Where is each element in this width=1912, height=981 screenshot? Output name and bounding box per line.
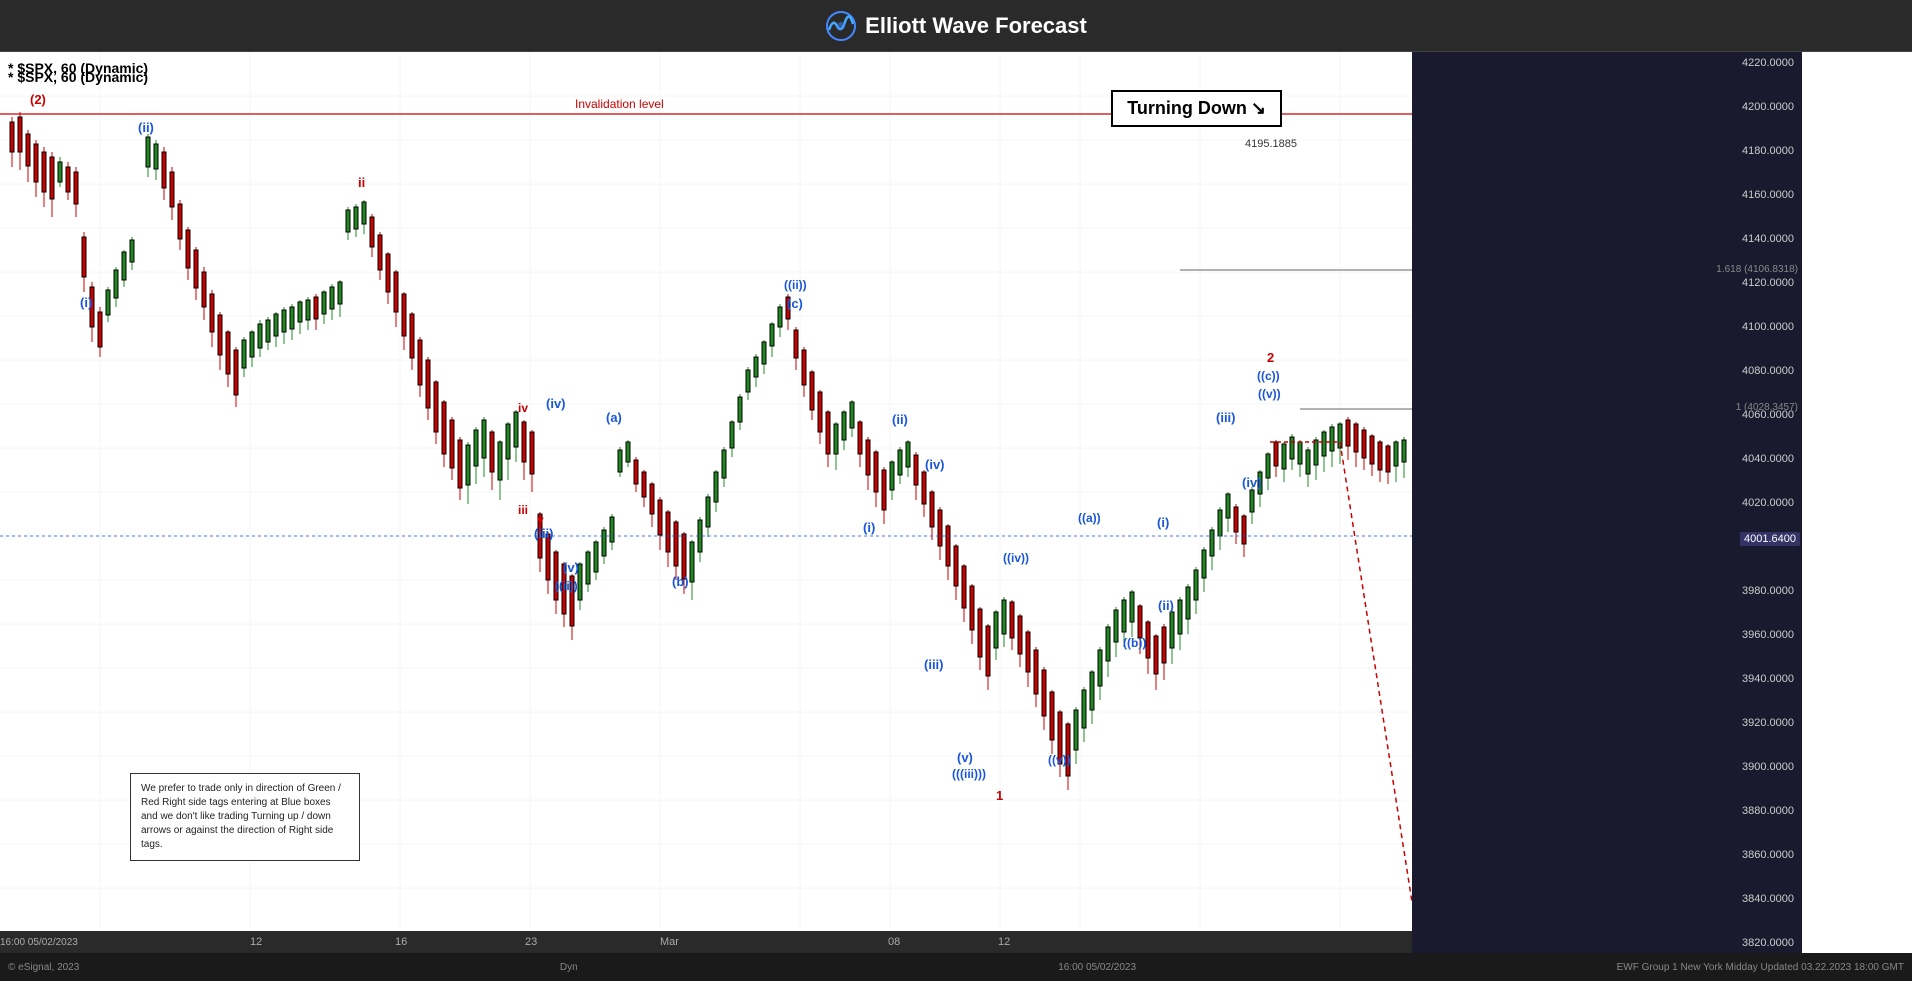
svg-text:iii: iii [518, 503, 528, 517]
svg-text:((a)): ((a)) [1078, 511, 1101, 525]
svg-text:(i): (i) [863, 520, 875, 535]
svg-text:(iv): (iv) [925, 457, 945, 472]
svg-text:(v): (v) [957, 750, 973, 765]
price-4080: 4080.0000 [1742, 365, 1798, 377]
chart-type-text: Dyn [560, 962, 578, 973]
bottom-bar: © eSignal, 2023 Dyn 16:00 05/02/2023 EWF… [0, 953, 1912, 981]
svg-text:(ii): (ii) [138, 120, 154, 135]
chart-container: Elliott Wave Forecast [0, 0, 1912, 981]
svg-text:(i): (i) [1157, 515, 1169, 530]
symbol-label: * $SPX, 60 (Dynamic) [8, 60, 148, 76]
svg-text:((v)): ((v)) [1258, 387, 1281, 401]
price-3860: 3860.0000 [1742, 849, 1798, 861]
time-axis: 16:00 05/02/2023 12 16 23 Mar 08 12 [0, 931, 1412, 953]
svg-text:Invalidation level: Invalidation level [575, 97, 664, 111]
ewf-update-text: EWF Group 1 New York Midday Updated 03.2… [1617, 962, 1904, 973]
svg-text:i: i [234, 355, 238, 370]
price-3900: 3900.0000 [1742, 761, 1798, 773]
header-logo: Elliott Wave Forecast [825, 10, 1087, 42]
time-label-16: 16 [395, 936, 407, 948]
price-axis-panel: 4220.0000 4200.0000 4180.0000 4160.0000 … [1412, 52, 1802, 981]
price-4180: 4180.0000 [1742, 145, 1798, 157]
svg-text:((ii)): ((ii)) [784, 278, 807, 292]
time-label-08: 08 [888, 936, 900, 948]
price-3980: 3980.0000 [1742, 585, 1798, 597]
svg-text:((v)): ((v)) [1048, 753, 1071, 767]
price-3820: 3820.0000 [1742, 937, 1798, 949]
svg-text:(iii): (iii) [1216, 410, 1236, 425]
svg-text:(c): (c) [787, 296, 803, 311]
svg-text:(ii): (ii) [892, 412, 908, 427]
price-3940: 3940.0000 [1742, 673, 1798, 685]
turning-down-box: Turning Down ↘ [1111, 90, 1282, 127]
turning-down-arrow: ↘ [1251, 98, 1266, 119]
turning-down-label: Turning Down [1127, 98, 1247, 119]
svg-text:1: 1 [996, 788, 1003, 803]
time-label-start: 16:00 05/02/2023 [0, 937, 78, 948]
svg-text:(iv): (iv) [546, 396, 566, 411]
price-4160: 4160.0000 [1742, 189, 1798, 201]
svg-text:(b): (b) [672, 574, 689, 589]
svg-text:2: 2 [1267, 350, 1274, 365]
disclaimer-text: We prefer to trade only in direction of … [141, 783, 341, 850]
ewf-logo-icon [825, 10, 857, 42]
price-1-label: 1 (4028.3457) [1736, 402, 1798, 413]
price-3960: 3960.0000 [1742, 629, 1798, 641]
time-text: 16:00 05/02/2023 [1058, 962, 1136, 973]
price-4040: 4040.0000 [1742, 453, 1798, 465]
svg-text:(2): (2) [30, 92, 46, 107]
svg-text:(ii): (ii) [1158, 598, 1174, 613]
price-1618-label: 1.618 (4106.8318) [1716, 264, 1798, 275]
header-title: Elliott Wave Forecast [865, 13, 1087, 39]
current-price-label: 4001.6400 [1740, 532, 1800, 546]
time-label-12: 12 [250, 936, 262, 948]
price-4020: 4020.0000 [1742, 497, 1798, 509]
svg-text:(a): (a) [606, 410, 622, 425]
svg-text:(v): (v) [563, 560, 579, 575]
price-4220: 4220.0000 [1742, 57, 1798, 69]
svg-text:(iii): (iii) [534, 526, 554, 541]
disclaimer-box: We prefer to trade only in direction of … [130, 773, 360, 861]
price-4120: 4120.0000 [1742, 277, 1798, 289]
svg-text:(((iii))): (((iii))) [952, 767, 986, 781]
price-3880: 3880.0000 [1742, 805, 1798, 817]
time-label-12b: 12 [998, 936, 1010, 948]
price-4100: 4100.0000 [1742, 321, 1798, 333]
svg-text:((iv)): ((iv)) [1003, 551, 1029, 565]
time-label-23: 23 [525, 936, 537, 948]
chart-area: * $SPX, 60 (Dynamic) (2) Invalidation le… [0, 52, 1412, 981]
svg-text:v: v [537, 513, 544, 527]
time-label-mar: Mar [660, 936, 679, 948]
price-4200: 4200.0000 [1742, 101, 1798, 113]
svg-text:4195.1885: 4195.1885 [1245, 138, 1297, 150]
svg-text:ii: ii [358, 175, 365, 190]
copyright-text: © eSignal, 2023 [8, 962, 79, 973]
svg-text:((ii)): ((ii)) [555, 579, 578, 593]
svg-text:(iii): (iii) [924, 657, 944, 672]
svg-text:iv: iv [518, 401, 528, 415]
svg-text:(i): (i) [80, 295, 92, 310]
price-4140: 4140.0000 [1742, 233, 1798, 245]
svg-text:(iv): (iv) [1242, 475, 1262, 490]
price-3840: 3840.0000 [1742, 893, 1798, 905]
price-3920: 3920.0000 [1742, 717, 1798, 729]
header-bar: Elliott Wave Forecast [0, 0, 1912, 52]
svg-text:((b)): ((b)) [1123, 636, 1146, 650]
svg-text:((c)): ((c)) [1257, 369, 1280, 383]
